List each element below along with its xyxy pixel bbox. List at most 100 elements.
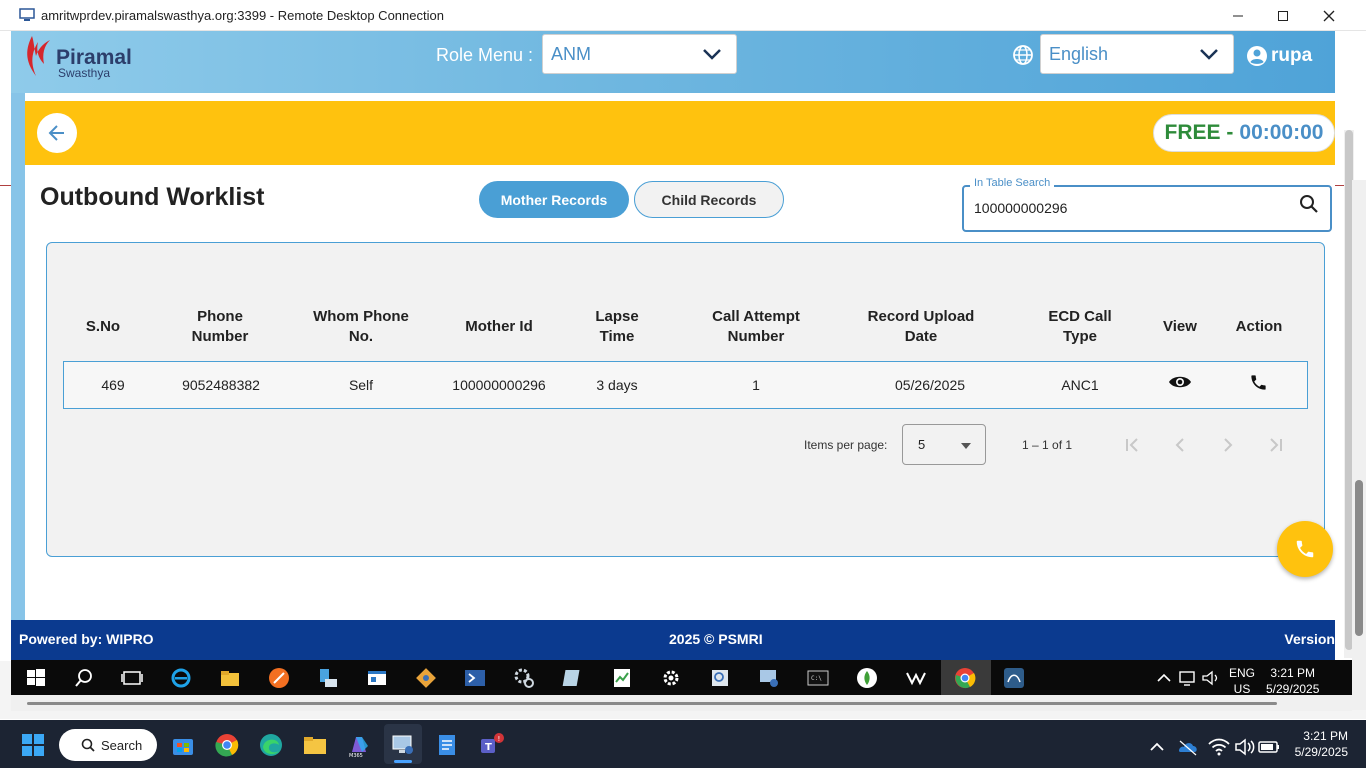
chevron-down-icon	[1200, 49, 1218, 60]
minimize-button[interactable]	[1215, 4, 1261, 28]
cell-sno: 469	[101, 377, 125, 393]
call-fab-button[interactable]	[1277, 521, 1333, 577]
header-mother-id: Mother Id	[465, 318, 533, 335]
language-select[interactable]: English	[1040, 34, 1234, 74]
view-eye-icon[interactable]	[1168, 374, 1192, 390]
microsoft-365-icon[interactable]: M365	[346, 732, 372, 758]
wifi-icon[interactable]	[1206, 734, 1232, 760]
remote-taskbar: C:\	[11, 660, 1352, 695]
microsoft-store-icon[interactable]	[170, 732, 196, 758]
svg-text:!: !	[498, 735, 501, 743]
cell-call-attempt: 1	[752, 377, 760, 393]
search-icon[interactable]	[73, 667, 95, 689]
file-explorer-icon[interactable]	[219, 667, 241, 689]
remote-language-indicator[interactable]: ENG US	[1229, 665, 1255, 697]
copyright: 2025 © PSMRI	[669, 631, 763, 647]
close-button[interactable]	[1306, 4, 1352, 28]
app-network-icon[interactable]	[905, 667, 927, 689]
onedrive-icon[interactable]	[1175, 734, 1201, 760]
notebook-app-icon[interactable]	[562, 667, 584, 689]
chevron-up-icon[interactable]	[1153, 667, 1175, 689]
git-icon[interactable]	[415, 667, 437, 689]
last-page-icon[interactable]	[1266, 435, 1286, 455]
minimize-icon	[1233, 15, 1243, 17]
battery-icon[interactable]	[1256, 734, 1282, 760]
task-manager-icon[interactable]	[611, 667, 633, 689]
mysql-workbench-icon[interactable]	[1003, 667, 1025, 689]
call-timer: 00:00:00	[1239, 121, 1324, 144]
tab-mother-records[interactable]: Mother Records	[479, 181, 629, 218]
search-icon[interactable]	[1299, 194, 1319, 214]
page-size-select[interactable]: 5	[902, 424, 986, 465]
header-whom-phone: Whom Phone No.	[313, 308, 409, 345]
next-page-icon[interactable]	[1218, 435, 1238, 455]
remote-desktop-icon[interactable]	[390, 732, 416, 758]
volume-icon[interactable]	[1200, 667, 1222, 689]
logo-sub: Swasthya	[58, 66, 111, 80]
active-indicator	[394, 760, 412, 763]
taskbar-clock[interactable]: 3:21 PM 5/29/2025	[1290, 728, 1348, 760]
tab-child-records[interactable]: Child Records	[634, 181, 784, 218]
taskbar-search-label: Search	[101, 737, 143, 753]
page-title: Outbound Worklist	[40, 183, 265, 211]
cell-mother-id: 100000000296	[452, 377, 546, 393]
arrow-left-icon	[48, 125, 64, 141]
horizontal-scrollbar[interactable]	[11, 695, 1352, 711]
call-phone-icon[interactable]	[1249, 373, 1268, 392]
piramal-logo[interactable]: Piramal Swasthya	[22, 32, 162, 82]
first-page-icon[interactable]	[1122, 435, 1142, 455]
taskbar-search[interactable]: Search	[59, 729, 157, 761]
header-upload-date: Record Upload Date	[867, 308, 975, 345]
resource-monitor-icon[interactable]	[709, 667, 731, 689]
network-app-icon[interactable]	[317, 667, 339, 689]
remote-scrollbar[interactable]	[1352, 180, 1366, 710]
command-prompt-icon[interactable]: C:\	[807, 667, 829, 689]
taskbar-time: 3:21 PM	[1303, 729, 1348, 743]
taskbar-date: 5/29/2025	[1294, 745, 1348, 759]
remote-desktop-icon[interactable]	[758, 667, 780, 689]
search-icon	[81, 738, 95, 752]
powershell-icon[interactable]	[464, 667, 486, 689]
notepad-icon[interactable]	[434, 732, 460, 758]
window-app-icon[interactable]	[366, 667, 388, 689]
chrome-icon[interactable]	[214, 732, 240, 758]
volume-icon[interactable]	[1232, 734, 1258, 760]
previous-page-icon[interactable]	[1170, 435, 1190, 455]
header-action: Action	[1235, 318, 1283, 335]
file-explorer-icon[interactable]	[302, 732, 328, 758]
user-name: rupa	[1271, 45, 1313, 66]
windows-start-icon[interactable]	[20, 732, 46, 758]
cell-upload-date: 05/26/2025	[894, 377, 966, 393]
chevron-up-icon[interactable]	[1144, 734, 1170, 760]
window-title: amritwprdev.piramalswasthya.org:3399 - R…	[41, 8, 444, 23]
internet-explorer-icon[interactable]	[170, 667, 192, 689]
edge-icon[interactable]	[258, 732, 284, 758]
rdp-title-bar: amritwprdev.piramalswasthya.org:3399 - R…	[0, 0, 1366, 31]
maximize-button[interactable]	[1260, 4, 1306, 28]
role-menu-label: Role Menu :	[436, 45, 534, 65]
windows-start-icon[interactable]	[25, 667, 47, 689]
services-gear-icon[interactable]	[513, 667, 535, 689]
app-orange-icon[interactable]	[268, 667, 290, 689]
header-ecd-call-type: ECD Call Type	[1048, 308, 1112, 345]
app-footer: Powered by: WIPRO 2025 © PSMRI Version	[11, 620, 1335, 660]
header-lapse-time: Lapse Time	[595, 308, 639, 345]
settings-gear-icon[interactable]	[660, 667, 682, 689]
globe-icon	[1013, 45, 1033, 65]
agent-status-pill[interactable]: FREE - 00:00:00	[1153, 114, 1335, 152]
powered-by: Powered by: WIPRO	[19, 631, 154, 647]
mongodb-icon[interactable]	[856, 667, 878, 689]
network-icon[interactable]	[1176, 667, 1198, 689]
header-call-attempt: Call Attempt Number	[712, 308, 800, 345]
remote-clock[interactable]: 3:21 PM 5/29/2025	[1266, 665, 1319, 697]
free-status-label: FREE -	[1164, 121, 1234, 144]
user-menu[interactable]: rupa	[1246, 44, 1312, 68]
role-select[interactable]: ANM	[542, 34, 737, 74]
chrome-icon[interactable]	[954, 667, 976, 689]
language-value: English	[1049, 44, 1109, 64]
teams-icon[interactable]: T!	[478, 732, 504, 758]
task-view-icon[interactable]	[121, 667, 143, 689]
page-size-value: 5	[918, 437, 926, 452]
back-button[interactable]	[37, 113, 77, 153]
version-link[interactable]: Version	[1284, 631, 1335, 647]
